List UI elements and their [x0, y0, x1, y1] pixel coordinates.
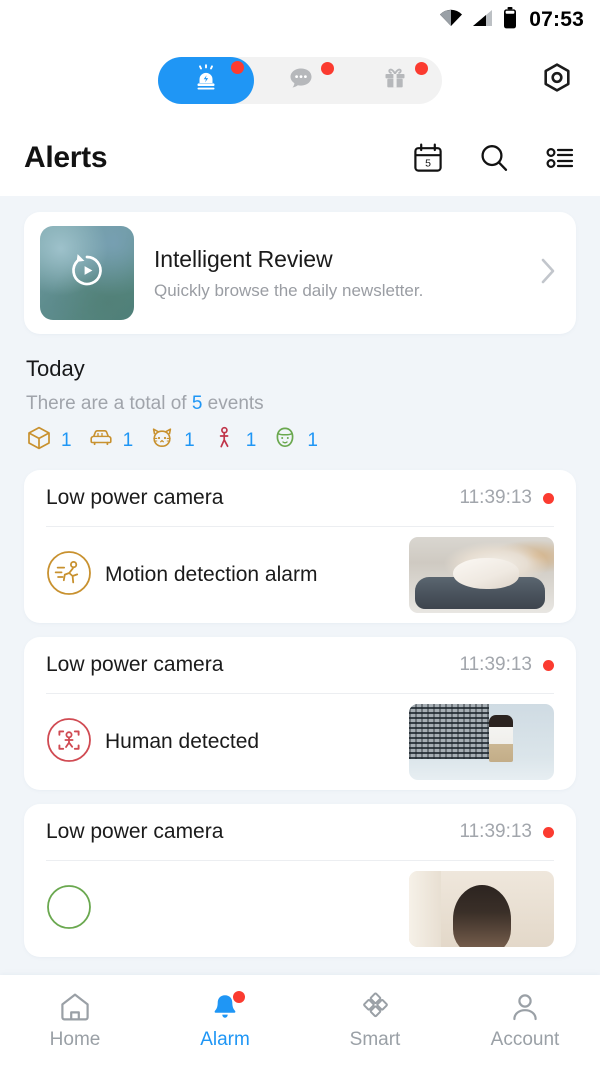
- filter-list-icon[interactable]: [544, 142, 576, 174]
- summary-count: 5: [191, 393, 203, 414]
- status-bar: 07:53: [0, 0, 600, 40]
- event-time: 11:39:13: [459, 821, 532, 842]
- event-device-name: Low power camera: [46, 486, 224, 509]
- status-time: 07:53: [529, 8, 584, 31]
- tab-gifts-badge: [415, 61, 428, 75]
- event-thumbnail[interactable]: [409, 871, 554, 947]
- wifi-icon: [439, 9, 463, 32]
- summary-suffix: events: [202, 393, 264, 414]
- home-icon: [59, 992, 91, 1022]
- today-summary: There are a total of 5 events: [26, 393, 576, 415]
- event-card[interactable]: Low power camera 11:39:13 Human detected: [24, 637, 576, 790]
- chip-person-count: 1: [245, 429, 257, 451]
- event-body: [46, 861, 554, 957]
- battery-icon: [503, 6, 517, 34]
- tab-alarm-badge: [231, 60, 244, 74]
- event-device-name: Low power camera: [46, 653, 224, 676]
- review-title: Intelligent Review: [154, 245, 333, 272]
- header-actions: 5: [412, 142, 576, 174]
- chip-vehicle-count: 1: [122, 429, 134, 451]
- event-alert-label: Motion detection alarm: [105, 563, 318, 586]
- event-header: Low power camera 11:39:13: [46, 637, 554, 693]
- tab-alarm[interactable]: [158, 56, 254, 104]
- segmented-control: [158, 56, 442, 104]
- chevron-right-icon: [538, 255, 558, 292]
- face-head-icon: [272, 425, 298, 456]
- unread-dot: [543, 659, 554, 671]
- tab-messages[interactable]: [254, 57, 348, 104]
- chip-person[interactable]: 1: [211, 425, 257, 456]
- today-heading: Today: [26, 356, 85, 381]
- nav-item-account[interactable]: Account: [450, 992, 600, 1051]
- event-body: Human detected: [46, 694, 554, 790]
- chip-vehicle[interactable]: 1: [88, 425, 134, 456]
- today-section: Today There are a total of 5 events 1 1 …: [24, 356, 576, 456]
- top-tab-bar: [0, 40, 600, 120]
- event-thumbnail[interactable]: [409, 704, 554, 780]
- nav-item-alarm[interactable]: Alarm: [150, 990, 300, 1051]
- nav-item-smart[interactable]: Smart: [300, 992, 450, 1051]
- event-body: Motion detection alarm: [46, 527, 554, 623]
- page-header: Alerts 5: [0, 120, 600, 196]
- event-card[interactable]: Low power camera 11:39:13 Motion detecti…: [24, 470, 576, 623]
- chip-pet[interactable]: 1: [149, 425, 195, 456]
- cat-face-icon: [149, 425, 175, 456]
- bell-icon: [210, 990, 245, 1022]
- event-time: 11:39:13: [459, 487, 532, 508]
- tab-messages-badge: [321, 61, 334, 75]
- car-icon: [88, 425, 114, 456]
- unread-dot: [543, 826, 554, 838]
- chat-bubble-icon: [286, 63, 316, 98]
- calendar-icon[interactable]: 5: [412, 142, 444, 174]
- chip-face-count: 1: [307, 429, 318, 451]
- nav-label-alarm: Alarm: [200, 1028, 250, 1050]
- person-icon: [510, 992, 540, 1022]
- event-meta: 11:39:13: [459, 821, 554, 843]
- nav-item-home[interactable]: Home: [0, 992, 150, 1051]
- chip-face[interactable]: 1: [272, 425, 318, 456]
- tab-gifts[interactable]: [348, 57, 442, 104]
- chip-package[interactable]: 1: [26, 425, 72, 456]
- event-time: 11:39:13: [459, 654, 532, 675]
- replay-play-icon: [64, 248, 110, 299]
- svg-text:5: 5: [425, 157, 431, 169]
- diamonds-icon: [359, 992, 391, 1022]
- page-title: Alerts: [24, 141, 108, 174]
- unread-dot: [543, 492, 554, 504]
- event-meta: 11:39:13: [459, 487, 554, 509]
- gift-icon: [380, 63, 410, 98]
- event-alert-label: Human detected: [105, 730, 260, 753]
- motion-running-icon: [46, 550, 92, 601]
- siren-icon: [191, 63, 221, 98]
- chip-package-count: 1: [61, 429, 72, 451]
- event-meta: 11:39:13: [459, 654, 554, 676]
- face-detection-icon: [46, 884, 92, 935]
- event-thumbnail[interactable]: [409, 537, 554, 613]
- cellular-signal-icon: [472, 9, 494, 32]
- search-icon[interactable]: [478, 142, 510, 174]
- hexagon-gear-icon: [541, 62, 573, 99]
- person-walking-icon: [211, 425, 237, 456]
- event-card[interactable]: Low power camera 11:39:13: [24, 804, 576, 957]
- nav-label-account: Account: [490, 1028, 560, 1050]
- package-box-icon: [26, 425, 52, 456]
- event-type-chips: 1 1 1 1 1: [26, 425, 576, 456]
- event-device-name: Low power camera: [46, 820, 224, 843]
- intelligent-review-card[interactable]: Intelligent Review Quickly browse the da…: [24, 212, 576, 334]
- human-detection-icon: [46, 717, 92, 768]
- event-header: Low power camera 11:39:13: [46, 804, 554, 860]
- settings-button[interactable]: [540, 62, 574, 99]
- review-subtitle: Quickly browse the daily newsletter.: [154, 280, 424, 300]
- event-header: Low power camera 11:39:13: [46, 470, 554, 526]
- nav-alarm-badge: [233, 990, 245, 1003]
- review-thumbnail: [40, 226, 134, 320]
- review-text: Intelligent Review Quickly browse the da…: [154, 246, 423, 301]
- bottom-navigation: Home Alarm Smart Account: [0, 975, 600, 1067]
- nav-label-smart: Smart: [349, 1028, 401, 1050]
- chip-pet-count: 1: [184, 429, 195, 451]
- summary-prefix: There are a total of: [26, 393, 192, 414]
- nav-label-home: Home: [49, 1028, 101, 1050]
- alerts-content: Intelligent Review Quickly browse the da…: [0, 196, 600, 1067]
